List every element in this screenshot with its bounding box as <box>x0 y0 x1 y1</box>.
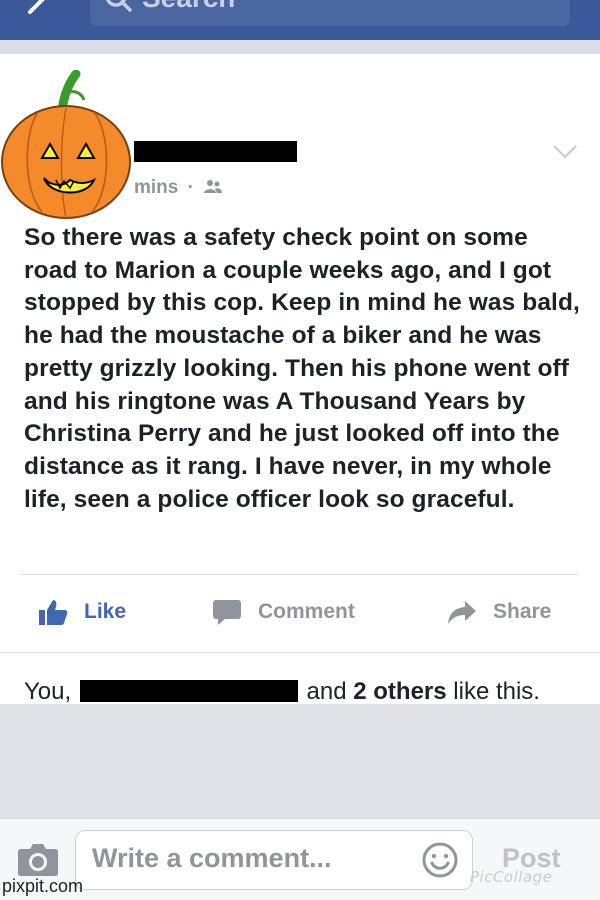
search-icon <box>106 0 132 12</box>
like-label: Like <box>84 600 127 623</box>
likes-middle: and <box>306 678 347 705</box>
top-nav-bar: Search <box>0 0 600 40</box>
feed-background <box>0 704 600 818</box>
search-placeholder: Search <box>142 0 235 14</box>
share-button[interactable]: Share <box>447 594 551 630</box>
back-arrow-icon[interactable] <box>26 0 54 20</box>
emoji-icon[interactable] <box>421 841 459 879</box>
friends-icon[interactable] <box>203 178 223 194</box>
comment-placeholder: Write a comment... <box>92 843 332 873</box>
thumbs-up-icon <box>39 600 68 625</box>
meta-separator: · <box>187 177 194 198</box>
comment-label: Comment <box>258 600 355 623</box>
pixpit-watermark: pixpit.com <box>2 876 84 896</box>
pumpkin-avatar[interactable] <box>0 70 138 220</box>
share-label: Share <box>493 600 552 623</box>
speech-bubble-icon <box>213 600 241 625</box>
comment-input[interactable]: Write a comment... <box>75 830 473 890</box>
search-bar[interactable]: Search <box>90 0 570 26</box>
like-button[interactable]: Like <box>38 594 126 630</box>
camera-icon[interactable] <box>17 841 59 877</box>
post-meta: mins · <box>134 177 223 199</box>
chevron-down-icon[interactable] <box>552 144 578 160</box>
piccollage-watermark: PicCollage <box>470 868 553 886</box>
comment-composer: Write a comment... Post <box>0 818 600 900</box>
post-timestamp[interactable]: mins <box>134 177 178 198</box>
post-card: mins · So there was a safety check point… <box>0 54 600 705</box>
redacted-liker-name <box>79 680 298 702</box>
actions-divider <box>20 574 578 575</box>
likes-divider <box>0 652 600 653</box>
likes-prefix: You, <box>24 678 72 705</box>
likes-suffix: like this. <box>453 678 540 705</box>
likes-count[interactable]: 2 others <box>353 678 446 705</box>
nav-divider <box>0 40 600 54</box>
post-body-text: So there was a safety check point on som… <box>24 224 580 513</box>
comment-button[interactable]: Comment <box>212 594 355 630</box>
share-arrow-icon <box>448 601 476 624</box>
redacted-author-name <box>134 141 297 162</box>
